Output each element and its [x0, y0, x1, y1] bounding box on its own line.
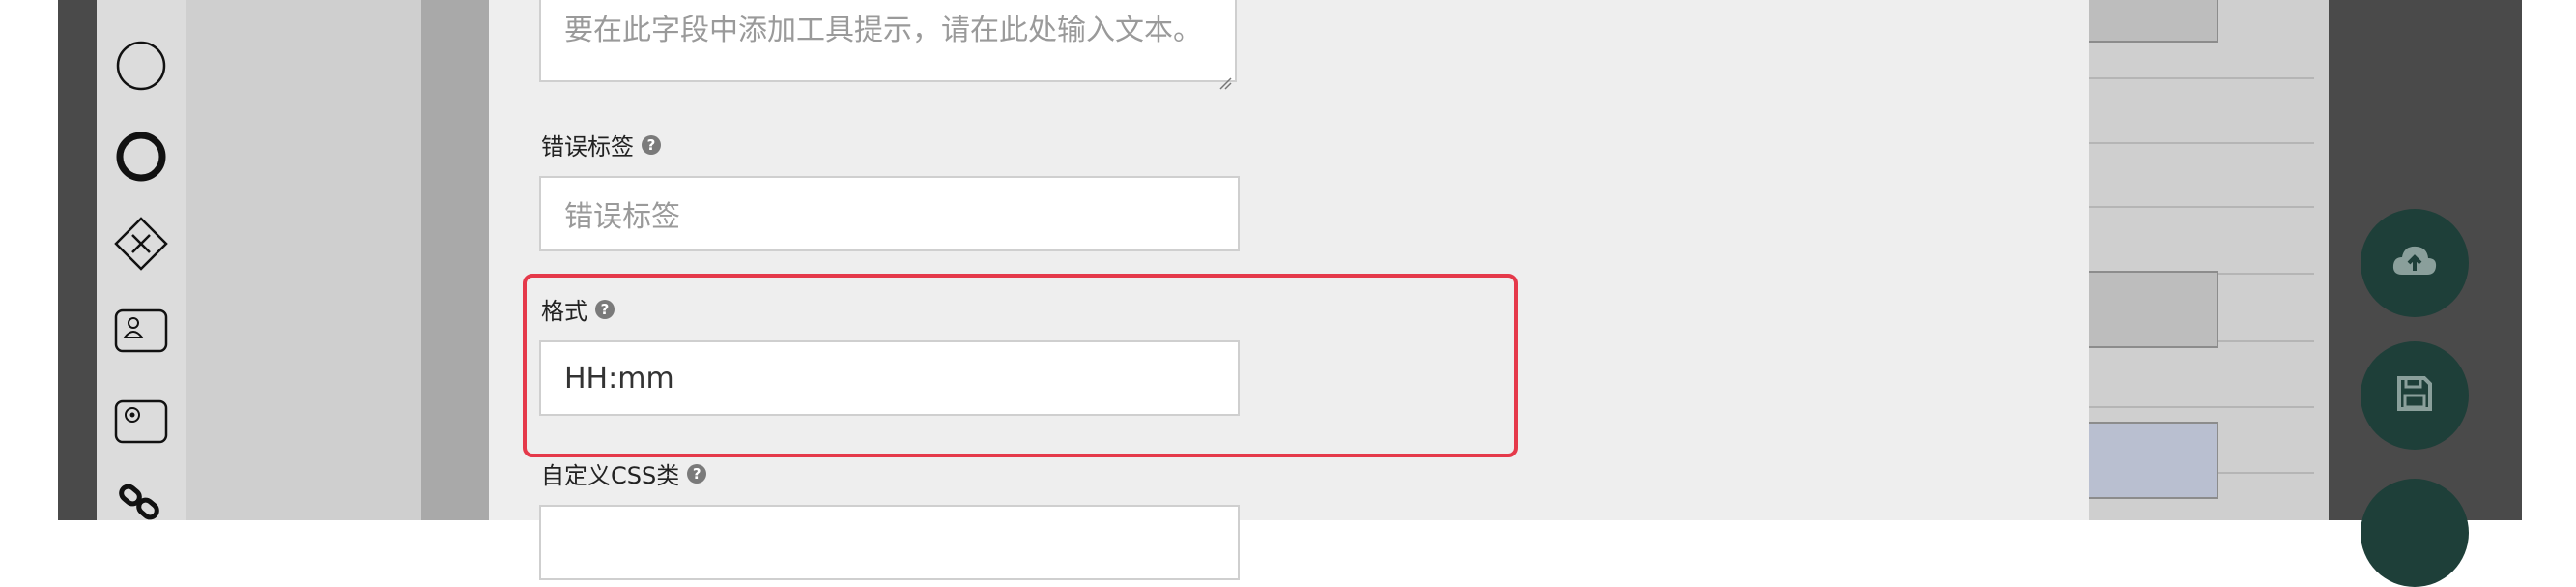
thick-circle-icon[interactable] [110, 126, 172, 188]
error-label-heading: 错误标签 ? [541, 128, 661, 161]
cloud-upload-icon [2390, 242, 2439, 284]
css-class-heading: 自定义CSS类 ? [541, 456, 707, 490]
more-button[interactable] [2361, 479, 2469, 587]
user-task-icon[interactable] [110, 300, 172, 362]
save-button[interactable] [2361, 341, 2469, 450]
error-label-input[interactable]: 错误标签 [539, 176, 1240, 251]
upload-button[interactable] [2361, 209, 2469, 317]
css-class-input[interactable] [539, 505, 1240, 580]
tooltip-placeholder: 要在此字段中添加工具提示，请在此处输入文本。 [564, 14, 1202, 47]
error-label-placeholder: 错误标签 [564, 200, 680, 234]
css-class-label-text: 自定义CSS类 [541, 462, 680, 489]
tooltip-textarea[interactable]: 要在此字段中添加工具提示，请在此处输入文本。 [539, 0, 1237, 90]
error-label-text: 错误标签 [541, 133, 634, 161]
link-icon[interactable] [110, 474, 172, 536]
resize-grip-icon[interactable] [1218, 64, 1232, 90]
circle-icon[interactable] [110, 35, 172, 97]
gateway-icon[interactable] [110, 213, 172, 275]
help-icon[interactable]: ? [687, 463, 707, 484]
service-task-icon[interactable] [110, 391, 172, 453]
highlight-box [523, 274, 1518, 457]
help-icon[interactable]: ? [642, 134, 661, 155]
save-icon [2395, 374, 2434, 417]
